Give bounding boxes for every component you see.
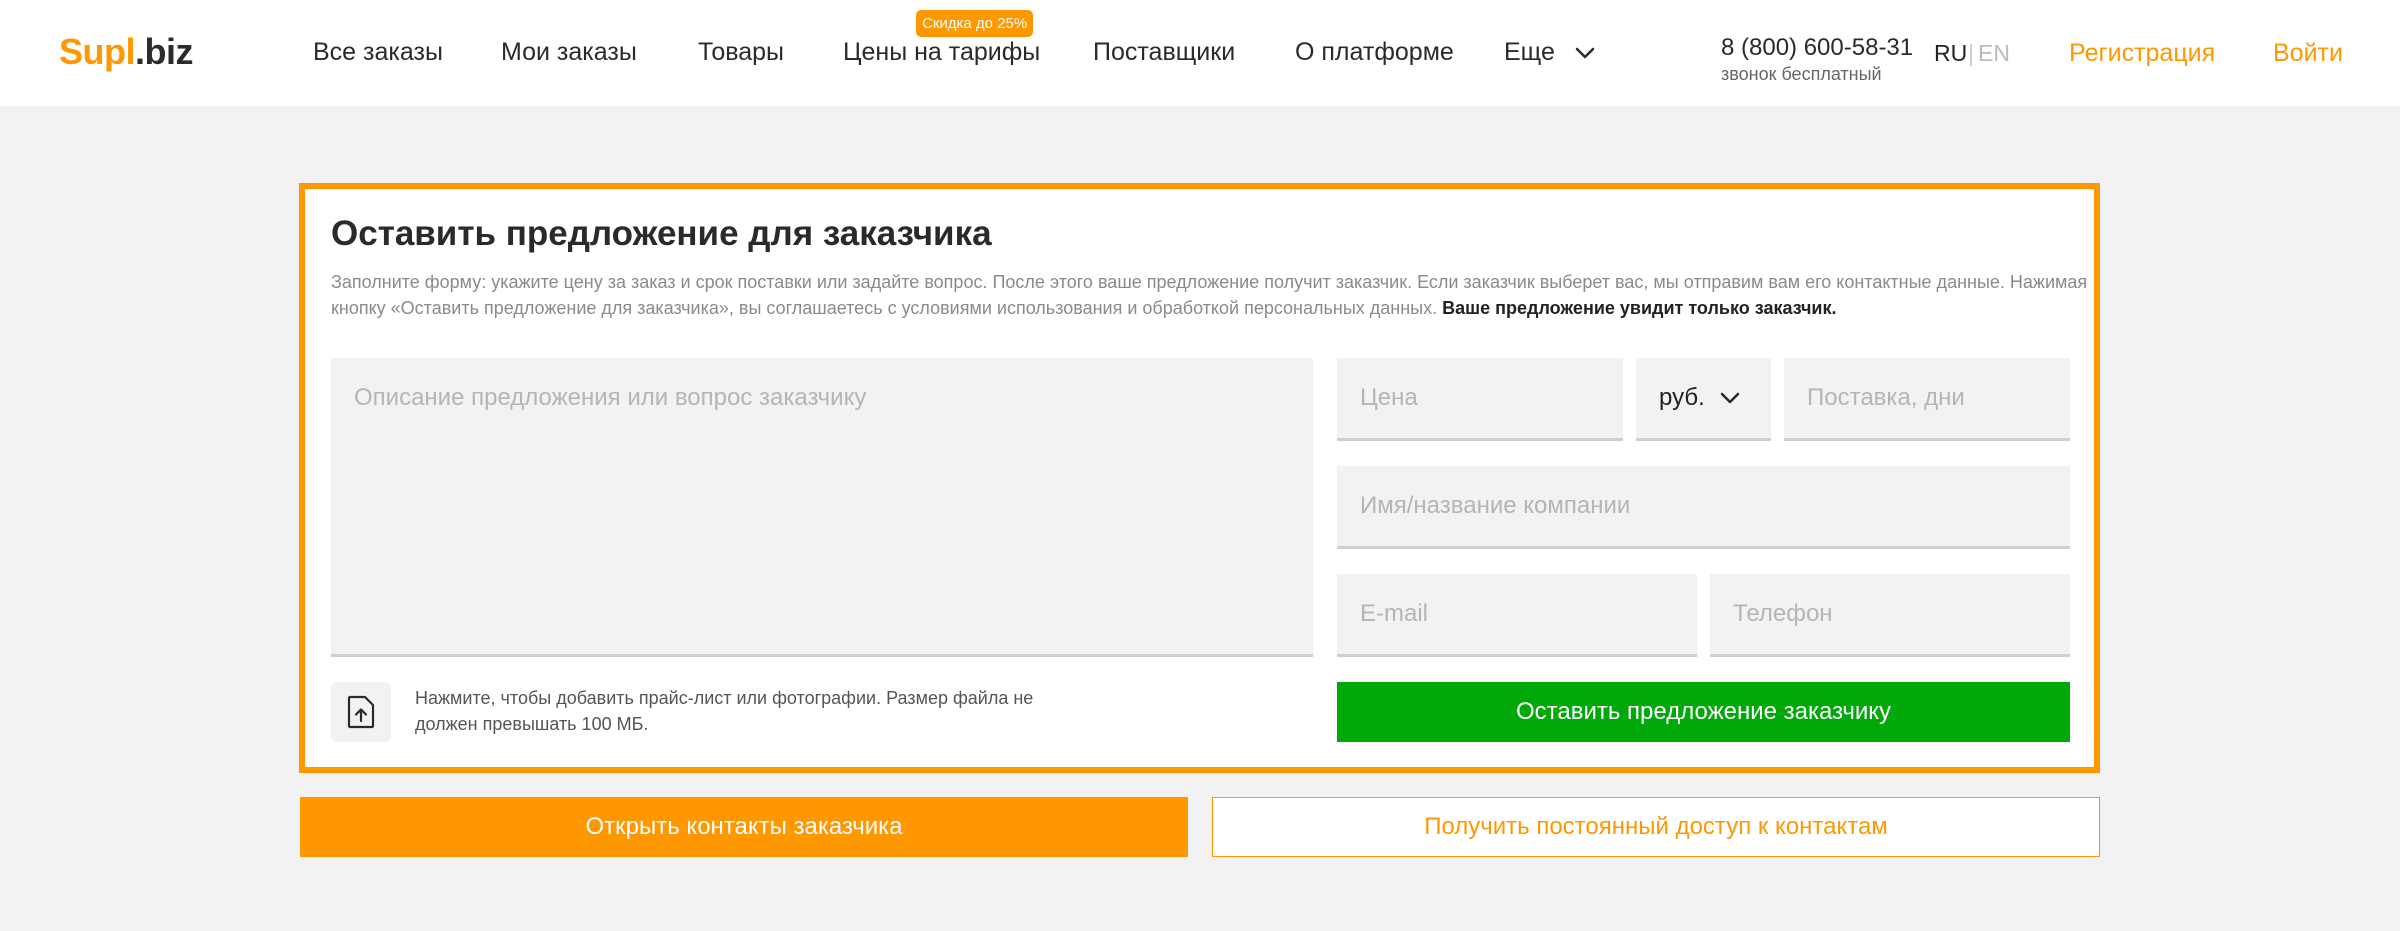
open-contacts-button[interactable]: Открыть контакты заказчика [300, 797, 1188, 857]
form-description: Заполните форму: укажите цену за заказ и… [331, 269, 2091, 321]
form-title: Оставить предложение для заказчика [331, 214, 992, 253]
currency-value: руб. [1659, 384, 1705, 411]
nav-products[interactable]: Товары [698, 38, 784, 67]
discount-badge: Скидка до 25% [916, 10, 1034, 37]
currency-select[interactable]: руб. [1636, 358, 1771, 441]
lang-ru[interactable]: RU [1934, 40, 1967, 67]
nav-more-label: Еще [1504, 38, 1555, 66]
permanent-access-button[interactable]: Получить постоянный доступ к контактам [1212, 797, 2100, 857]
logo[interactable]: Supl.biz [59, 31, 194, 73]
logo-part-2: .biz [135, 31, 194, 72]
nav-more[interactable]: Еще [1504, 38, 1595, 67]
upload-hint: Нажмите, чтобы добавить прайс-лист или ф… [415, 688, 1034, 734]
upload-file-button[interactable] [331, 682, 391, 742]
offer-message-input[interactable] [331, 358, 1313, 657]
chevron-down-icon [1720, 392, 1740, 404]
company-name-input[interactable] [1337, 466, 2070, 549]
nav-my-orders[interactable]: Мои заказы [501, 38, 637, 67]
form-description-bold: Ваше предложение увидит только заказчик. [1442, 298, 1837, 318]
top-header: Supl.biz Все заказы Мои заказы Товары Ск… [0, 0, 2400, 106]
delivery-days-input[interactable] [1784, 358, 2070, 441]
nav-all-orders[interactable]: Все заказы [313, 38, 443, 67]
lang-separator: | [1968, 40, 1974, 66]
phone-note: звонок бесплатный [1721, 64, 1882, 84]
logo-part-1: Supl [59, 31, 136, 72]
login-link[interactable]: Войти [2273, 39, 2343, 68]
file-upload-icon [347, 695, 375, 729]
price-input[interactable] [1337, 358, 1623, 441]
phone-input[interactable] [1710, 574, 2070, 657]
register-link[interactable]: Регистрация [2069, 39, 2215, 68]
phone-number[interactable]: 8 (800) 600-58-31 [1721, 34, 1913, 62]
chevron-down-icon [1575, 48, 1595, 59]
submit-offer-button[interactable]: Оставить предложение заказчику [1337, 682, 2070, 742]
nav-suppliers[interactable]: Поставщики [1093, 38, 1235, 67]
nav-about-platform[interactable]: О платформе [1295, 38, 1454, 67]
lang-en[interactable]: EN [1978, 40, 2010, 67]
email-input[interactable] [1337, 574, 1697, 657]
nav-tariff-prices[interactable]: Цены на тарифы [843, 38, 1040, 67]
